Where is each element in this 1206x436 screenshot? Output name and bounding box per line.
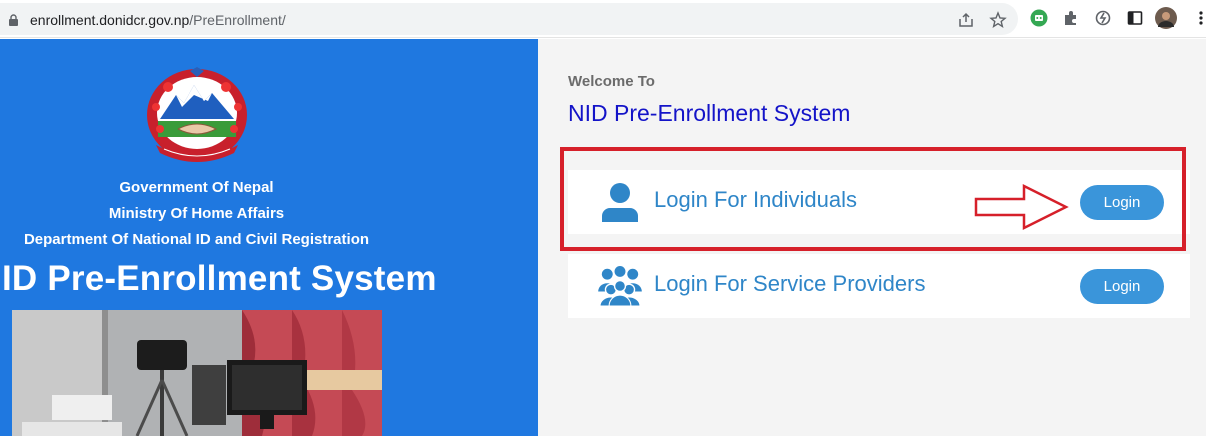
gov-line-nepal: Government Of Nepal [119, 179, 274, 196]
lock-icon[interactable] [8, 14, 19, 26]
users-group-icon [598, 266, 642, 306]
system-title-large: ID Pre-Enrollment System [2, 259, 437, 298]
bookmark-star-icon[interactable] [989, 11, 1007, 29]
share-icon[interactable] [957, 11, 975, 29]
sync-icon[interactable] [1094, 9, 1112, 27]
nepal-emblem-icon [147, 67, 247, 162]
service-provider-login-card: Login For Service Providers Login [568, 254, 1190, 318]
url-domain: enrollment.donidcr.gov.np [30, 12, 190, 28]
more-menu-icon[interactable] [1192, 9, 1206, 27]
right-login-panel: Welcome To NID Pre-Enrollment System Log… [538, 39, 1206, 436]
extension-robot-icon[interactable] [1030, 9, 1048, 27]
url-path: /PreEnrollment/ [189, 12, 286, 28]
enrollment-station-photo [12, 310, 382, 436]
side-panel-icon[interactable] [1126, 9, 1144, 27]
left-branding-panel: Government Of Nepal Ministry Of Home Aff… [0, 39, 538, 436]
profile-avatar[interactable] [1155, 7, 1177, 29]
address-bar[interactable]: enrollment.donidcr.gov.np/PreEnrollment/ [0, 3, 1018, 35]
extensions-puzzle-icon[interactable] [1062, 9, 1080, 27]
photo-illustration [12, 310, 382, 436]
arrow-right-icon [974, 183, 1069, 231]
gov-line-department: Department Of National ID and Civil Regi… [23, 231, 370, 248]
gov-line-ministry: Ministry Of Home Affairs [108, 205, 285, 222]
browser-toolbar: enrollment.donidcr.gov.np/PreEnrollment/ [0, 0, 1206, 38]
highlight-annotation-box [560, 147, 1186, 251]
url-text[interactable]: enrollment.donidcr.gov.np/PreEnrollment/ [30, 12, 286, 28]
service-provider-login-button[interactable]: Login [1080, 269, 1164, 304]
system-title: NID Pre-Enrollment System [568, 100, 851, 126]
welcome-text: Welcome To [568, 73, 655, 90]
service-provider-login-label: Login For Service Providers [654, 271, 926, 296]
